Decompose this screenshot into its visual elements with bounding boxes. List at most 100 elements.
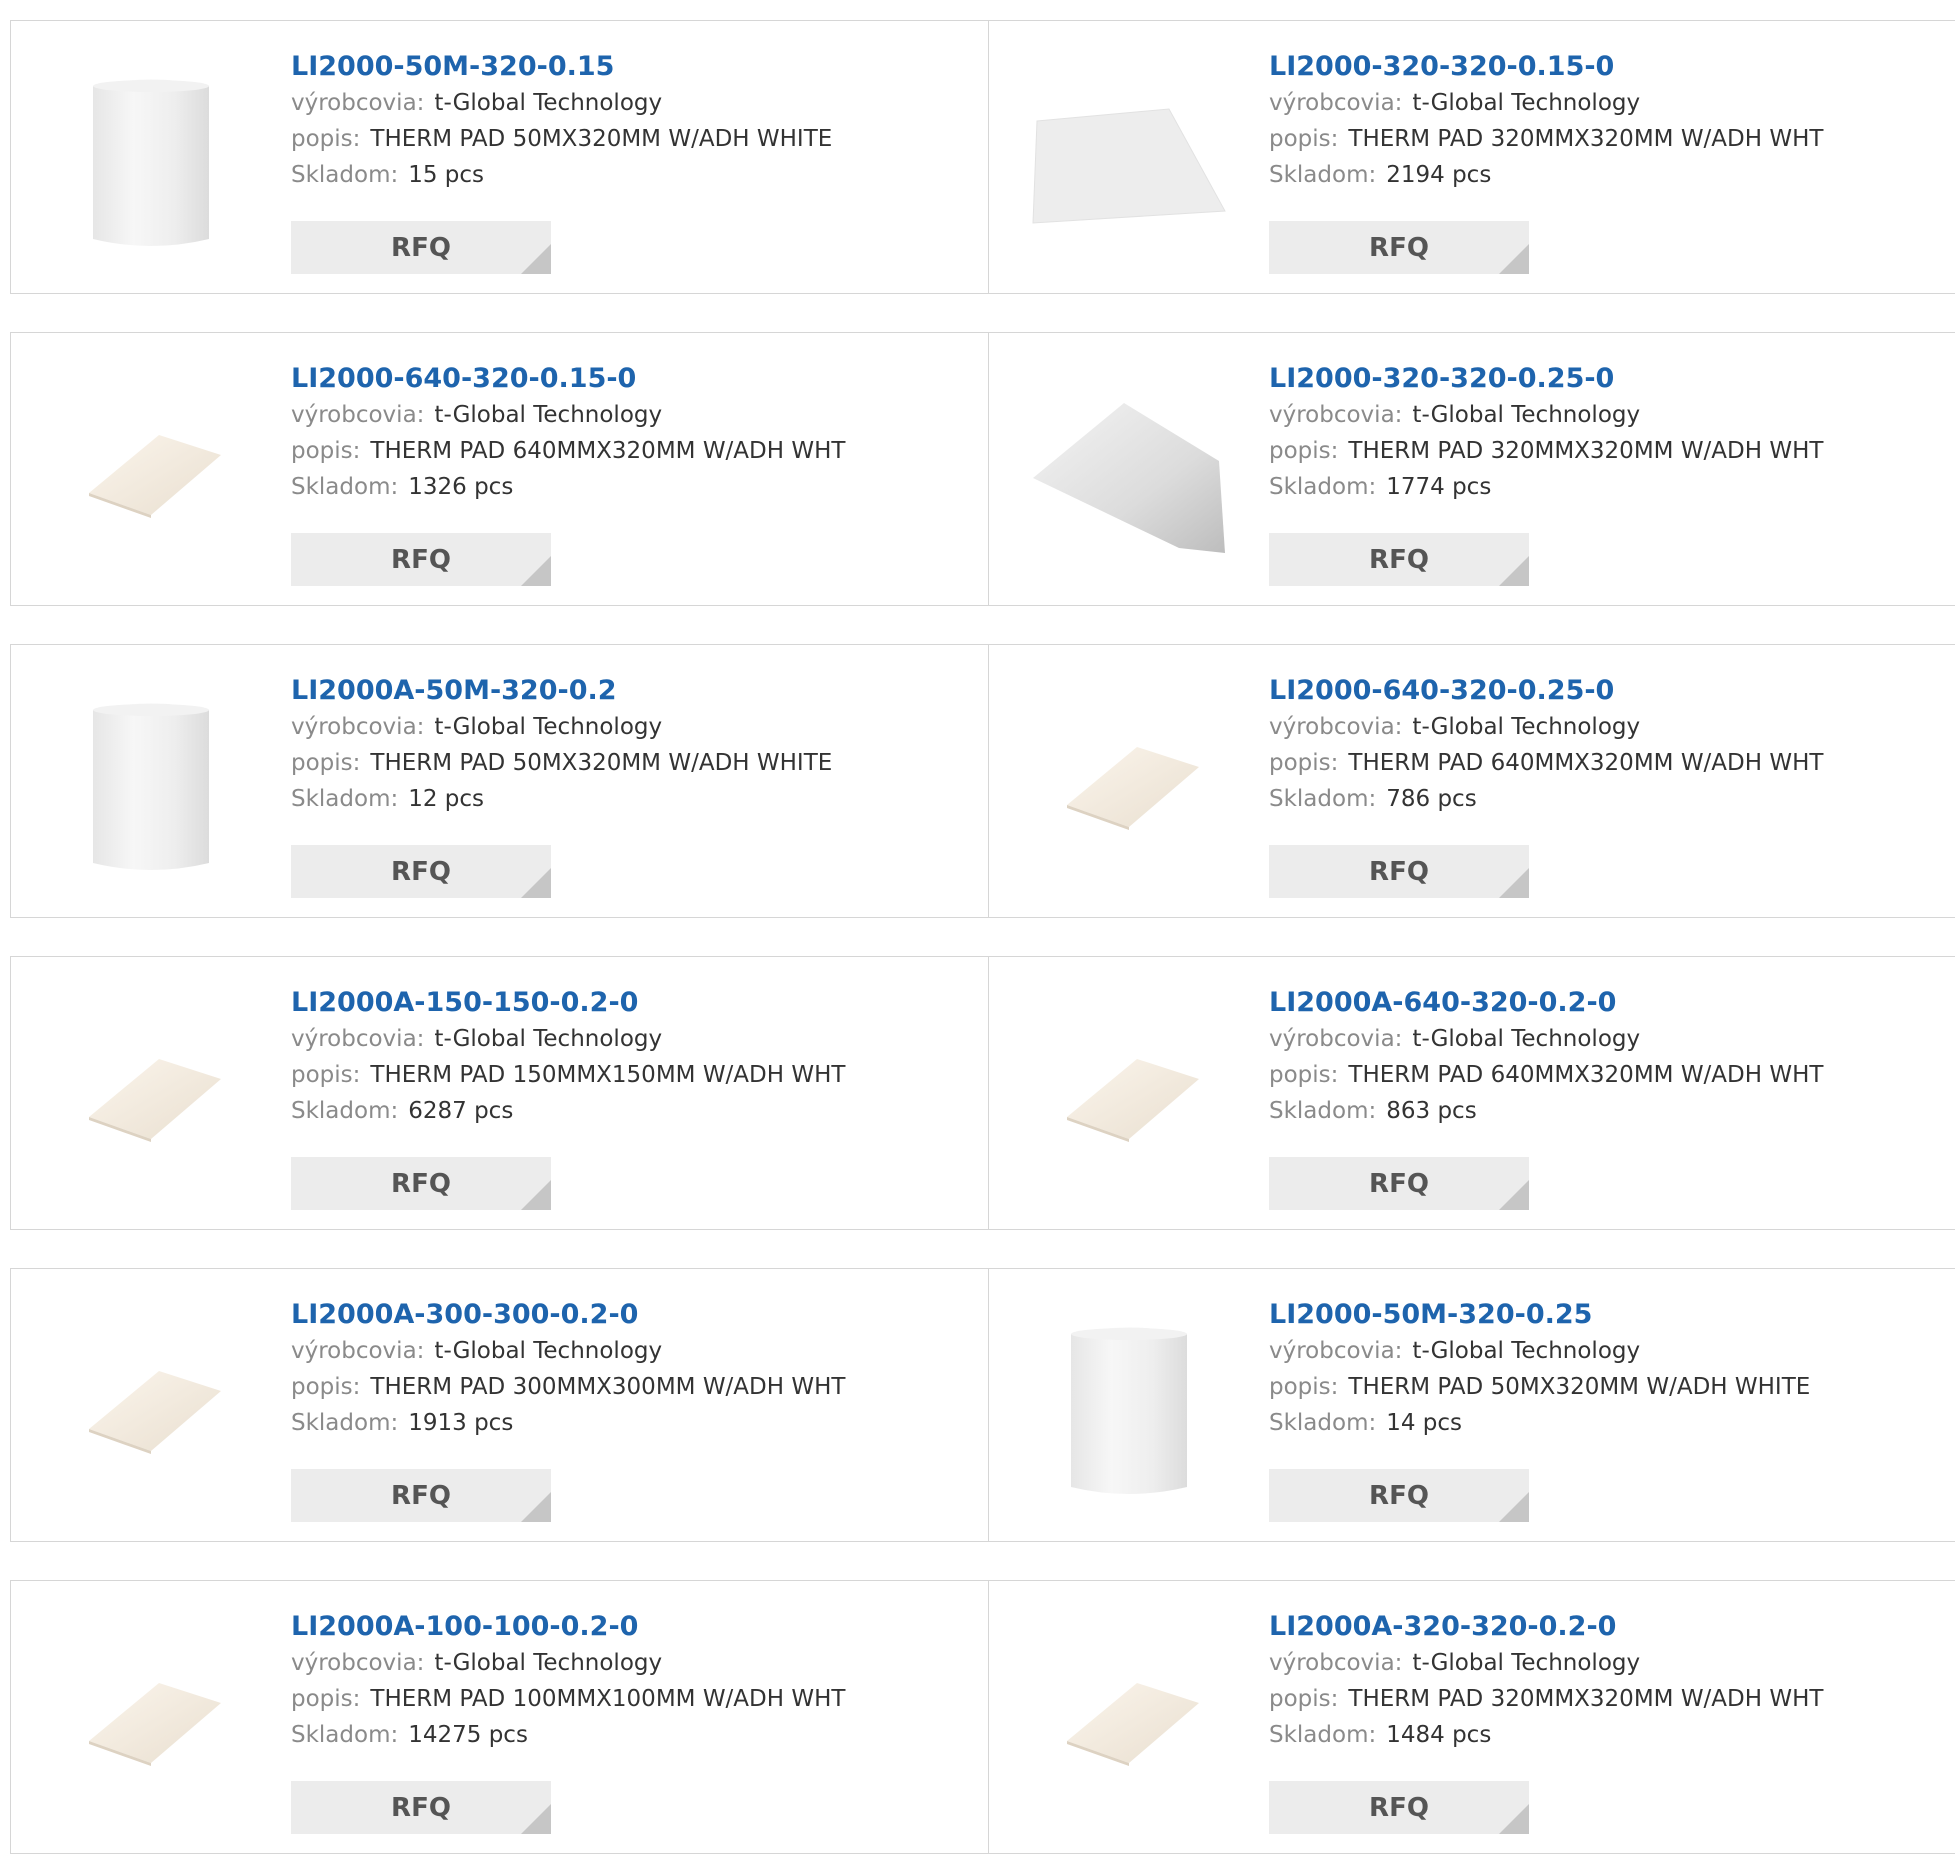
manufacturer-value[interactable]: t-Global Technology — [434, 1338, 662, 1364]
stock-row: Skladom: 1326 pcs — [291, 469, 845, 505]
stock-label: Skladom: — [291, 1722, 399, 1748]
manufacturer-value[interactable]: t-Global Technology — [1412, 402, 1640, 428]
part-number-link[interactable]: LI2000A-640-320-0.2-0 — [1269, 985, 1823, 1021]
rfq-label: RFQ — [391, 1480, 451, 1511]
rfq-button[interactable]: RFQ — [291, 221, 551, 274]
stock-label: Skladom: — [291, 162, 399, 188]
stock-label: Skladom: — [1269, 1098, 1377, 1124]
part-number-link[interactable]: LI2000A-150-150-0.2-0 — [291, 985, 845, 1021]
product-info: LI2000A-150-150-0.2-0 výrobcovia: t-Globa… — [291, 985, 845, 1129]
rfq-button[interactable]: RFQ — [291, 1157, 551, 1210]
product-info: LI2000-50M-320-0.25 výrobcovia: t-Global … — [1269, 1297, 1810, 1441]
manufacturer-value[interactable]: t-Global Technology — [434, 1650, 662, 1676]
stock-row: Skladom: 1913 pcs — [291, 1405, 845, 1441]
rfq-button[interactable]: RFQ — [1269, 1469, 1529, 1522]
part-number-link[interactable]: LI2000-50M-320-0.15 — [291, 49, 832, 85]
part-number-link[interactable]: LI2000A-50M-320-0.2 — [291, 673, 832, 709]
part-number-link[interactable]: LI2000A-100-100-0.2-0 — [291, 1609, 845, 1645]
stock-row: Skladom: 1774 pcs — [1269, 469, 1823, 505]
manufacturer-value[interactable]: t-Global Technology — [434, 1026, 662, 1052]
product-image[interactable] — [1029, 997, 1229, 1197]
rfq-button[interactable]: RFQ — [1269, 221, 1529, 274]
stock-value: 14 pcs — [1386, 1410, 1463, 1436]
product-image[interactable] — [51, 685, 251, 885]
rfq-button[interactable]: RFQ — [291, 1781, 551, 1834]
part-number-link[interactable]: LI2000-640-320-0.15-0 — [291, 361, 845, 397]
description-value: THERM PAD 320MMX320MM W/ADH WHT — [1348, 438, 1824, 464]
part-number-link[interactable]: LI2000-320-320-0.15-0 — [1269, 49, 1823, 85]
product-image[interactable] — [1029, 61, 1229, 261]
stock-value: 14275 pcs — [408, 1722, 528, 1748]
stock-label: Skladom: — [1269, 1722, 1377, 1748]
rfq-label: RFQ — [1369, 856, 1429, 887]
manufacturer-row: výrobcovia: t-Global Technology — [291, 1645, 845, 1681]
product-image[interactable] — [51, 1309, 251, 1509]
description-row: popis: THERM PAD 320MMX320MM W/ADH WHT — [1269, 1681, 1823, 1717]
description-label: popis: — [291, 126, 361, 152]
product-card-2: LI2000-320-320-0.15-0 výrobcovia: t-Globa… — [988, 20, 1955, 294]
product-image[interactable] — [1029, 1309, 1229, 1509]
manufacturer-value[interactable]: t-Global Technology — [1412, 1026, 1640, 1052]
rfq-button[interactable]: RFQ — [1269, 1157, 1529, 1210]
description-row: popis: THERM PAD 640MMX320MM W/ADH WHT — [291, 433, 845, 469]
product-image[interactable] — [1029, 1621, 1229, 1821]
stock-value: 12 pcs — [408, 786, 485, 812]
pad-icon — [89, 435, 221, 518]
product-info: LI2000A-640-320-0.2-0 výrobcovia: t-Globa… — [1269, 985, 1823, 1129]
manufacturer-value[interactable]: t-Global Technology — [1412, 714, 1640, 740]
corner-triangle-icon — [1499, 244, 1529, 274]
description-value: THERM PAD 150MMX150MM W/ADH WHT — [370, 1062, 846, 1088]
manufacturer-value[interactable]: t-Global Technology — [1412, 90, 1640, 116]
product-card-11: LI2000A-100-100-0.2-0 výrobcovia: t-Globa… — [10, 1580, 988, 1854]
roll-icon — [1071, 1327, 1187, 1494]
rfq-button[interactable]: RFQ — [1269, 845, 1529, 898]
product-card-12: LI2000A-320-320-0.2-0 výrobcovia: t-Globa… — [988, 1580, 1955, 1854]
part-number-link[interactable]: LI2000-50M-320-0.25 — [1269, 1297, 1810, 1333]
product-image[interactable] — [51, 373, 251, 573]
manufacturer-value[interactable]: t-Global Technology — [1412, 1338, 1640, 1364]
rfq-button[interactable]: RFQ — [291, 1469, 551, 1522]
manufacturer-row: výrobcovia: t-Global Technology — [291, 709, 832, 745]
stock-value: 1774 pcs — [1386, 474, 1492, 500]
product-image[interactable] — [1029, 373, 1229, 573]
manufacturer-label: výrobcovia: — [1269, 1338, 1403, 1364]
stock-row: Skladom: 786 pcs — [1269, 781, 1823, 817]
rfq-label: RFQ — [391, 856, 451, 887]
stock-value: 2194 pcs — [1386, 162, 1492, 188]
rfq-button[interactable]: RFQ — [1269, 533, 1529, 586]
product-image[interactable] — [1029, 685, 1229, 885]
manufacturer-row: výrobcovia: t-Global Technology — [291, 1333, 845, 1369]
corner-triangle-icon — [1499, 1492, 1529, 1522]
product-image[interactable] — [51, 61, 251, 261]
description-label: popis: — [1269, 126, 1339, 152]
description-value: THERM PAD 320MMX320MM W/ADH WHT — [1348, 126, 1824, 152]
stock-value: 1484 pcs — [1386, 1722, 1492, 1748]
product-card-8: LI2000A-640-320-0.2-0 výrobcovia: t-Globa… — [988, 956, 1955, 1230]
manufacturer-value[interactable]: t-Global Technology — [1412, 1650, 1640, 1676]
description-value: THERM PAD 640MMX320MM W/ADH WHT — [1348, 1062, 1824, 1088]
part-number-link[interactable]: LI2000-320-320-0.25-0 — [1269, 361, 1823, 397]
description-label: popis: — [1269, 1374, 1339, 1400]
rfq-button[interactable]: RFQ — [291, 845, 551, 898]
description-value: THERM PAD 50MX320MM W/ADH WHITE — [1348, 1374, 1811, 1400]
manufacturer-value[interactable]: t-Global Technology — [434, 90, 662, 116]
manufacturer-row: výrobcovia: t-Global Technology — [1269, 1021, 1823, 1057]
rfq-button[interactable]: RFQ — [291, 533, 551, 586]
manufacturer-value[interactable]: t-Global Technology — [434, 714, 662, 740]
manufacturer-row: výrobcovia: t-Global Technology — [1269, 1645, 1823, 1681]
rfq-button[interactable]: RFQ — [1269, 1781, 1529, 1834]
description-row: popis: THERM PAD 300MMX300MM W/ADH WHT — [291, 1369, 845, 1405]
manufacturer-label: výrobcovia: — [1269, 1650, 1403, 1676]
corner-triangle-icon — [521, 868, 551, 898]
rfq-label: RFQ — [391, 1168, 451, 1199]
product-image[interactable] — [51, 1621, 251, 1821]
manufacturer-value[interactable]: t-Global Technology — [434, 402, 662, 428]
part-number-link[interactable]: LI2000-640-320-0.25-0 — [1269, 673, 1823, 709]
stock-label: Skladom: — [1269, 474, 1377, 500]
pad-icon — [1067, 1683, 1199, 1766]
part-number-link[interactable]: LI2000A-320-320-0.2-0 — [1269, 1609, 1823, 1645]
product-info: LI2000A-100-100-0.2-0 výrobcovia: t-Globa… — [291, 1609, 845, 1753]
product-image[interactable] — [51, 997, 251, 1197]
part-number-link[interactable]: LI2000A-300-300-0.2-0 — [291, 1297, 845, 1333]
manufacturer-row: výrobcovia: t-Global Technology — [1269, 1333, 1810, 1369]
